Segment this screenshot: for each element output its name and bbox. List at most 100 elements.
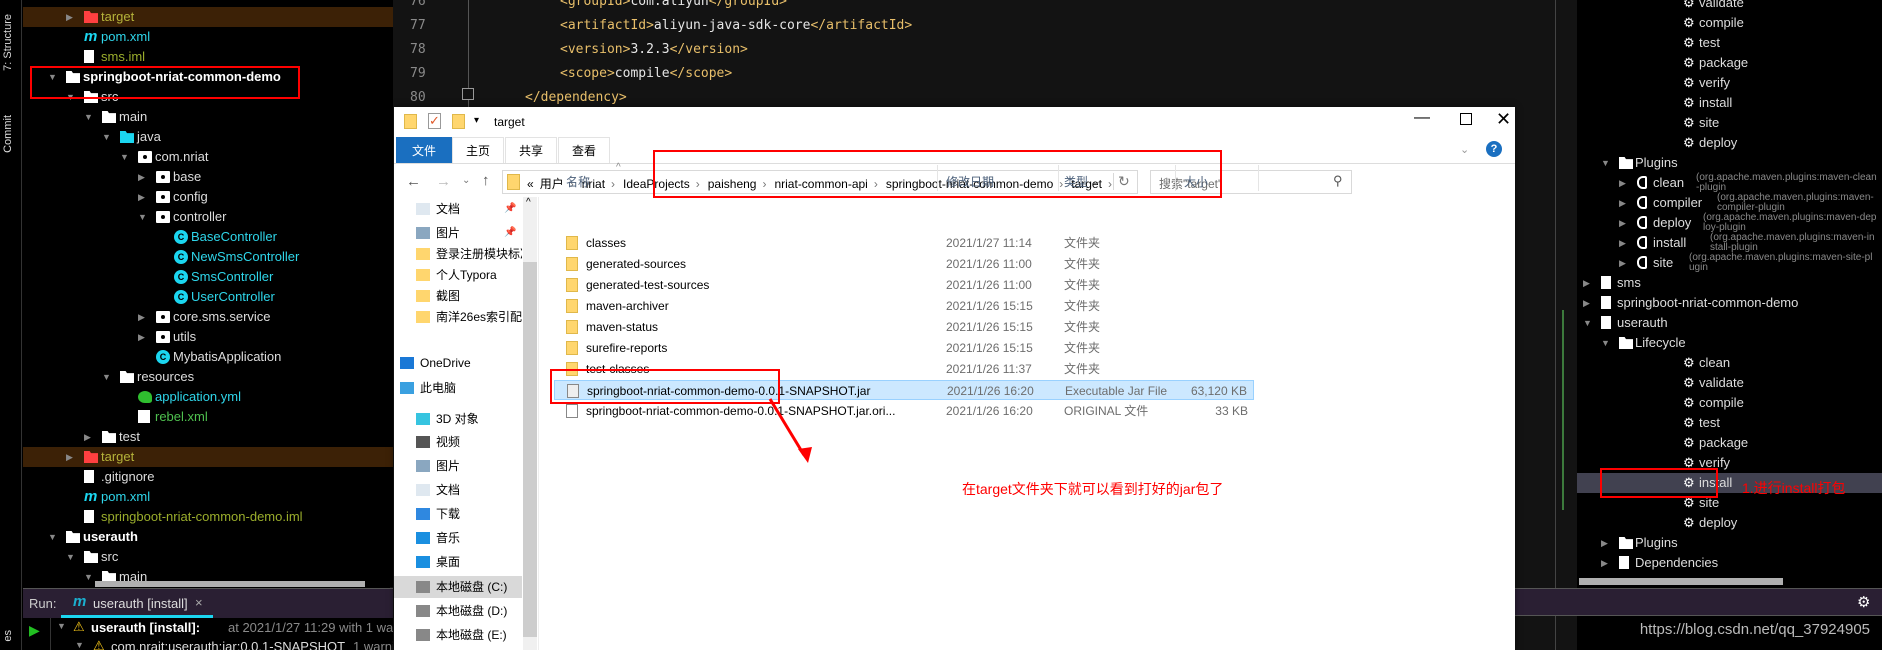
scroll-up-icon[interactable]: ^: [526, 197, 531, 208]
file-row[interactable]: generated-sources 2021/1/26 11:00 文件夹: [554, 254, 1254, 274]
ribbon-tab-view[interactable]: 查看: [558, 137, 610, 163]
address-bar[interactable]: «用户 › nriat › IdeaProjects › paisheng › nriat-co…: [502, 170, 1138, 194]
chevron-down-icon[interactable]: ▼: [1601, 333, 1611, 353]
chevron-right-icon[interactable]: ▶: [138, 187, 148, 207]
chevron-right-icon[interactable]: ▶: [1601, 553, 1611, 573]
tree-item[interactable]: .gitignore: [23, 467, 393, 487]
maven-tree-item[interactable]: ⚙ validate: [1577, 373, 1882, 393]
maven-tree-item[interactable]: ⚙ clean: [1577, 353, 1882, 373]
chevron-down-icon[interactable]: ▼: [102, 367, 112, 387]
tree-item[interactable]: sms.iml: [23, 47, 393, 67]
minimize-button[interactable]: —: [1414, 109, 1430, 127]
maven-tree-item[interactable]: ⚙ site: [1577, 113, 1882, 133]
tree-item[interactable]: ▶ target: [23, 7, 393, 27]
expand-ribbon-icon[interactable]: ⌄: [1460, 143, 1469, 156]
tree-item[interactable]: ▼ com.nriat: [23, 147, 393, 167]
nav-item[interactable]: 桌面: [394, 551, 522, 573]
recent-locations-icon[interactable]: ⌄: [462, 175, 470, 186]
maven-tree-item[interactable]: ▶ sms: [1577, 273, 1882, 293]
new-folder-icon[interactable]: [452, 114, 465, 129]
code-line[interactable]: <scope>compile</scope>: [560, 66, 732, 81]
nav-item[interactable]: 本地磁盘 (E:): [394, 624, 522, 646]
tree-item[interactable]: rebel.xml: [23, 407, 393, 427]
tree-item[interactable]: ▶ test: [23, 427, 393, 447]
chevron-down-icon[interactable]: ▼: [120, 147, 130, 167]
maven-tree-item[interactable]: ⚙ test: [1577, 413, 1882, 433]
run-tab-userauth-install[interactable]: m userauth [install] ×: [61, 589, 213, 618]
project-horizontal-scrollbar[interactable]: [95, 581, 365, 587]
tree-item[interactable]: ▶ base: [23, 167, 393, 187]
breadcrumb-chevron-icon[interactable]: ›: [1108, 177, 1112, 191]
tree-item[interactable]: m pom.xml: [23, 27, 393, 47]
maven-tree-item[interactable]: ⚙ validate: [1577, 0, 1882, 13]
tree-item[interactable]: ▼ springboot-nriat-common-demo: [23, 67, 393, 87]
nav-item[interactable]: 下载: [394, 503, 522, 525]
maven-tree-item[interactable]: ⚙ package: [1577, 433, 1882, 453]
breadcrumb-chevron-icon[interactable]: ›: [762, 177, 766, 191]
nav-item[interactable]: 音乐: [394, 527, 522, 549]
nav-item[interactable]: OneDrive: [394, 352, 522, 374]
nav-item[interactable]: 文档 📌: [394, 198, 522, 220]
chevron-down-icon[interactable]: ▼: [84, 107, 94, 127]
column-header-size[interactable]: 大小: [1184, 173, 1208, 190]
maven-tree-item[interactable]: ▶ Plugins: [1577, 533, 1882, 553]
bottom-tool-button[interactable]: es: [2, 630, 14, 642]
expand-arrow-icon[interactable]: ▼: [75, 640, 84, 650]
close-icon[interactable]: ×: [195, 595, 203, 610]
maven-tree-item[interactable]: ▼ Lifecycle: [1577, 333, 1882, 353]
maven-tool-window[interactable]: ⚙ validate ⚙ compile ⚙ test ⚙ package ⚙ verify ⚙ in…: [1515, 0, 1882, 650]
nav-item[interactable]: 文档: [394, 479, 522, 501]
breadcrumb-segment[interactable]: IdeaProjects: [623, 177, 690, 191]
nav-item[interactable]: 登录注册模块标准: [394, 243, 522, 265]
nav-item[interactable]: 本地磁盘 (D:): [394, 600, 522, 622]
maven-tree-item[interactable]: ⚙ verify: [1577, 453, 1882, 473]
chevron-down-icon[interactable]: ▼: [1601, 153, 1611, 173]
breadcrumb-chevron-icon[interactable]: ›: [1059, 177, 1063, 191]
tree-item[interactable]: C BaseController: [23, 227, 393, 247]
chevron-down-icon[interactable]: ▼: [102, 127, 112, 147]
nav-item[interactable]: 南洋26es索引配置: [394, 306, 522, 328]
run-result-title[interactable]: userauth [install]:: [91, 620, 200, 635]
column-header-name[interactable]: 名称: [566, 173, 590, 190]
forward-button[interactable]: →: [436, 173, 451, 190]
structure-tool-button[interactable]: 7: Structure: [2, 14, 14, 71]
chevron-down-icon[interactable]: ▼: [66, 87, 76, 107]
code-line[interactable]: </dependency>: [525, 90, 627, 105]
project-tree[interactable]: ▶ target m pom.xml sms.iml ▼ springboot-nriat-…: [23, 0, 393, 587]
maven-tree-item[interactable]: ▶ Dependencies: [1577, 553, 1882, 573]
tree-item[interactable]: C UserController: [23, 287, 393, 307]
code-line[interactable]: <artifactId>aliyun-java-sdk-core</artifa…: [560, 18, 912, 33]
nav-item[interactable]: 截图: [394, 285, 522, 307]
file-row[interactable]: springboot-nriat-common-demo-0.0.1-SNAPS…: [554, 401, 1254, 421]
tree-item[interactable]: ▼ src: [23, 547, 393, 567]
tree-item[interactable]: ▼ src: [23, 87, 393, 107]
breadcrumb-segment[interactable]: nriat-common-api: [774, 177, 867, 191]
properties-icon[interactable]: ✓: [428, 113, 441, 129]
maven-horizontal-scrollbar[interactable]: [1579, 578, 1783, 585]
quick-access-dropdown-icon[interactable]: ▾: [474, 115, 479, 126]
maven-tree-item[interactable]: ▶ clean (org.apache.maven.plugins:maven-cl…: [1577, 173, 1882, 193]
back-button[interactable]: ←: [406, 173, 421, 190]
chevron-right-icon[interactable]: ▶: [1583, 293, 1593, 313]
chevron-right-icon[interactable]: ▶: [66, 7, 76, 27]
tree-item[interactable]: springboot-nriat-common-demo.iml: [23, 507, 393, 527]
tree-item[interactable]: ▼ controller: [23, 207, 393, 227]
chevron-right-icon[interactable]: ▶: [84, 427, 94, 447]
breadcrumb-segment[interactable]: paisheng: [708, 177, 757, 191]
maven-tree-item[interactable]: ▶ springboot-nriat-common-demo: [1577, 293, 1882, 313]
maximize-button[interactable]: [1460, 113, 1472, 125]
settings-gear-icon[interactable]: ⚙: [1857, 593, 1870, 611]
refresh-button[interactable]: ↻: [1113, 173, 1130, 190]
tree-item[interactable]: ▶ target: [23, 447, 393, 467]
code-line[interactable]: <version>3.2.3</version>: [560, 42, 748, 57]
maven-tree-item[interactable]: ⚙ test: [1577, 33, 1882, 53]
tree-item[interactable]: C NewSmsController: [23, 247, 393, 267]
chevron-down-icon[interactable]: ▼: [48, 67, 58, 87]
chevron-right-icon[interactable]: ▶: [1601, 533, 1611, 553]
chevron-right-icon[interactable]: ▶: [1583, 273, 1593, 293]
maven-tree-item[interactable]: ⚙ install: [1577, 93, 1882, 113]
navigation-scrollbar-thumb[interactable]: [523, 262, 537, 637]
maven-tree-item[interactable]: ⚙ compile: [1577, 393, 1882, 413]
chevron-right-icon[interactable]: ▶: [1619, 193, 1629, 213]
maven-tree-item[interactable]: ▼ Plugins: [1577, 153, 1882, 173]
